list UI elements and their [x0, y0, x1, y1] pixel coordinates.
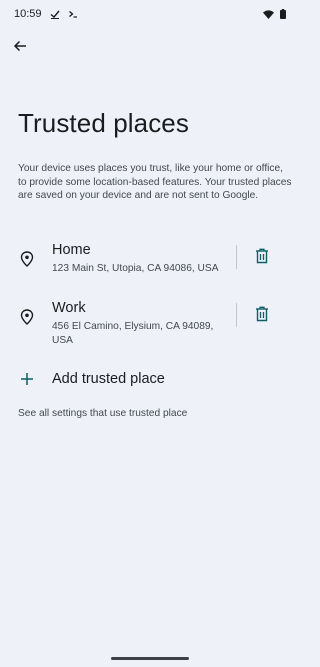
- terminal-icon: [68, 9, 78, 19]
- place-address: 123 Main St, Utopia, CA 94086, USA: [52, 263, 219, 274]
- divider: [236, 303, 237, 327]
- add-trusted-place-label: Add trusted place: [52, 371, 165, 387]
- place-name: Home: [52, 242, 91, 258]
- add-trusted-place-button[interactable]: Add trusted place: [0, 368, 300, 392]
- back-button[interactable]: [10, 38, 30, 58]
- location-pin-icon: [20, 251, 34, 267]
- status-time: 10:59: [14, 8, 42, 20]
- delete-work-button[interactable]: [252, 306, 272, 326]
- page-description: Your device uses places you trust, like …: [18, 163, 292, 202]
- place-name: Work: [52, 300, 86, 316]
- battery-icon: [280, 9, 286, 19]
- check-icon: [50, 9, 60, 19]
- arrow-left-icon: [13, 39, 27, 58]
- plus-icon: [19, 371, 35, 387]
- delete-home-button[interactable]: [252, 248, 272, 268]
- status-bar: 10:59: [0, 0, 300, 28]
- wifi-icon: [263, 9, 274, 19]
- place-item-home[interactable]: Home 123 Main St, Utopia, CA 94086, USA: [0, 235, 300, 287]
- location-pin-icon: [20, 309, 34, 325]
- see-all-settings-link[interactable]: See all settings that use trusted place: [18, 408, 187, 419]
- status-right: [263, 9, 286, 19]
- status-left: 10:59: [14, 8, 78, 20]
- page-title: Trusted places: [18, 108, 189, 138]
- home-indicator[interactable]: [111, 657, 189, 660]
- divider: [236, 245, 237, 269]
- trash-icon: [255, 306, 269, 327]
- place-item-work[interactable]: Work 456 El Camino, Elysium, CA 94089, U…: [0, 293, 300, 346]
- trash-icon: [255, 248, 269, 269]
- place-address: 456 El Camino, Elysium, CA 94089, USA: [52, 321, 214, 346]
